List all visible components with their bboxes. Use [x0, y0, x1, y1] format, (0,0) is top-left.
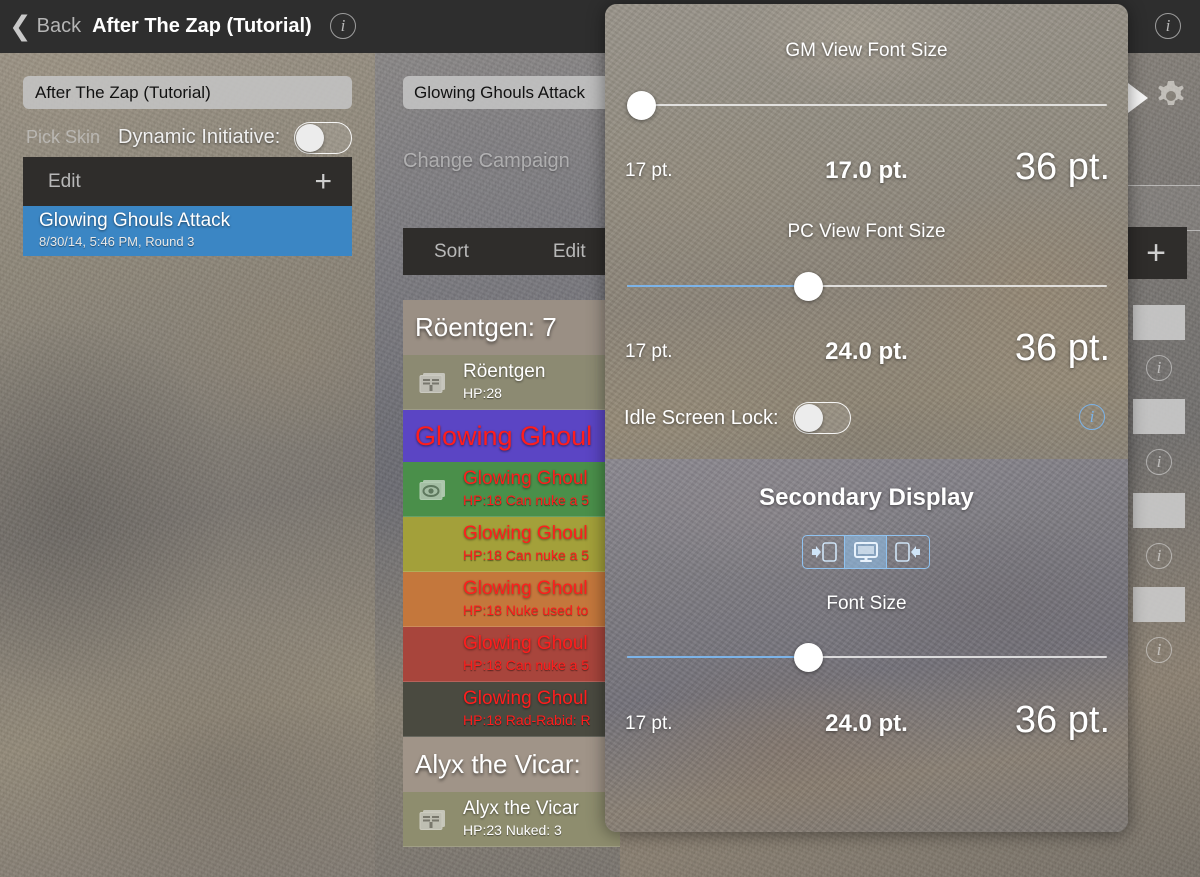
encounter-list-toolbar: Edit + [23, 157, 352, 206]
monster-detail: HP:18 Can nuke a 5 [463, 547, 590, 563]
add-monster-button[interactable]: + [1125, 227, 1187, 279]
row-separator [403, 846, 620, 847]
secondary-font-size-title: Font Size [826, 593, 907, 614]
monster-name: Glowing Ghoul [463, 523, 588, 544]
monster-name: Glowing Ghoul [463, 688, 588, 709]
monster-detail: HP:18 Can nuke a 5 [463, 657, 590, 673]
slider-thumb[interactable] [793, 643, 823, 672]
color-swatch[interactable] [1133, 493, 1185, 528]
pc-view-font-size-slider[interactable] [627, 271, 1107, 301]
group-title: Alyx the Vicar: [415, 749, 581, 779]
monster-row[interactable]: Alyx the Vicar HP:23 Nuked: 3 [403, 792, 620, 847]
list-item[interactable]: Glowing Ghouls Attack 8/30/14, 5:46 PM, … [23, 206, 352, 256]
monster-name: Röentgen [463, 361, 546, 382]
pick-skin-button[interactable]: Pick Skin [26, 127, 100, 148]
monster-row[interactable]: Röentgen HP:28 [403, 355, 620, 410]
info-icon[interactable]: i [1155, 13, 1181, 39]
secondary-display-segmented-control[interactable] [802, 535, 930, 569]
gm-view-font-size-slider[interactable] [627, 90, 1107, 120]
info-button: i [1133, 441, 1185, 483]
secondary-font-size-slider[interactable] [627, 642, 1107, 672]
info-icon[interactable]: i [1079, 404, 1105, 430]
group-title: Röentgen: 7 [415, 312, 557, 342]
play-icon[interactable] [1128, 83, 1148, 113]
info-button: i [1133, 347, 1185, 389]
monster-list-toolbar: Sort Edit [403, 228, 620, 275]
monster-list: Röentgen: 7 Röentgen HP:28 Glowing Ghoul Glo… [403, 300, 620, 847]
back-button-label[interactable]: Back [37, 15, 81, 38]
info-icon[interactable]: i [1146, 355, 1172, 381]
info-button: i [1133, 535, 1185, 577]
idle-screen-lock-toggle[interactable] [793, 402, 851, 434]
monster-row[interactable]: Glowing Ghoul HP:18 Nuke used to [403, 572, 620, 627]
info-icon[interactable]: i [330, 13, 356, 39]
idle-screen-lock-info-button[interactable]: i [1079, 404, 1105, 430]
secondary-display-title: Secondary Display [759, 484, 974, 511]
left-navigation-bar: ❮ Back After The Zap (Tutorial) i [0, 0, 375, 53]
slider-thumb[interactable] [627, 91, 656, 120]
color-swatch[interactable] [1133, 587, 1185, 622]
monster-row[interactable]: Glowing Ghoul HP:18 Can nuke a 5 [403, 517, 620, 572]
campaign-list-panel: ❮ Back After The Zap (Tutorial) i After … [0, 0, 375, 877]
info-icon[interactable]: i [1146, 543, 1172, 569]
active-monster-row[interactable]: Glowing Ghoul [403, 410, 620, 462]
slider-track [627, 104, 1107, 106]
segment-tablet-portrait-left[interactable] [803, 536, 845, 568]
segment-tablet-portrait-right[interactable] [887, 536, 929, 568]
monster-name: Glowing Ghoul [415, 420, 593, 451]
dynamic-initiative-label: Dynamic Initiative: [118, 126, 281, 148]
monster-name: Glowing Ghoul [463, 468, 588, 489]
edit-button[interactable]: Edit [48, 171, 81, 193]
gear-icon[interactable] [1152, 77, 1190, 115]
eye-card-icon [417, 478, 451, 502]
slider-fill [627, 285, 805, 287]
gm-view-font-size-title: GM View Font Size [785, 40, 948, 61]
secondary-max-label: 36 pt. [1014, 699, 1110, 741]
monster-name: Alyx the Vicar [463, 798, 579, 819]
monster-name: Glowing Ghoul [463, 578, 588, 599]
info-icon[interactable]: i [1146, 637, 1172, 663]
chevron-left-icon[interactable]: ❮ [9, 13, 32, 40]
settings-popover: GM View Font Size 17 pt. 17.0 pt. 36 pt.… [605, 4, 1128, 832]
monster-group-header[interactable]: Röentgen: 7 [403, 300, 620, 355]
monster-group-header[interactable]: Alyx the Vicar: [403, 737, 620, 792]
monster-detail: HP:18 Can nuke a 5 [463, 492, 590, 508]
monster-row[interactable]: Glowing Ghoul HP:18 Rad-Rabid: R [403, 682, 620, 737]
sort-button[interactable]: Sort [434, 241, 469, 263]
slider-fill [627, 656, 805, 658]
info-button: i [1133, 629, 1185, 671]
campaign-name-input[interactable]: After The Zap (Tutorial) [23, 76, 352, 109]
monster-detail: HP:18 Rad-Rabid: R [463, 712, 591, 728]
add-encounter-button[interactable]: + [314, 166, 332, 197]
encounter-name-input[interactable]: Glowing Ghouls Attack [403, 76, 618, 109]
toggle-knob [296, 124, 324, 152]
mid-navigation-bar [375, 0, 620, 53]
color-swatch[interactable] [1133, 305, 1185, 340]
monster-row[interactable]: Glowing Ghoul HP:18 Can nuke a 5 [403, 627, 620, 682]
monster-name: Glowing Ghoul [463, 633, 588, 654]
encounter-subtitle: 8/30/14, 5:46 PM, Round 3 [39, 234, 195, 249]
encounter-title: Glowing Ghouls Attack [39, 210, 231, 231]
color-swatch[interactable] [1133, 399, 1185, 434]
monster-row[interactable]: Glowing Ghoul HP:18 Can nuke a 5 [403, 462, 620, 517]
slider-thumb[interactable] [793, 272, 823, 301]
edit-button[interactable]: Edit [553, 241, 586, 263]
gm-max-label: 36 pt. [1014, 146, 1110, 188]
page-title: After The Zap (Tutorial) [92, 15, 312, 37]
cards-stack-icon [417, 371, 451, 395]
change-campaign-button[interactable]: Change Campaign [403, 150, 570, 173]
toggle-knob [795, 404, 823, 432]
dynamic-initiative-toggle[interactable] [294, 122, 352, 154]
cards-stack-icon [417, 808, 451, 832]
info-icon[interactable]: i [1146, 449, 1172, 475]
pc-view-font-size-title: PC View Font Size [787, 221, 946, 242]
monster-detail: HP:18 Nuke used to [463, 602, 589, 618]
encounter-detail-panel: Glowing Ghouls Attack Change Campaign So… [375, 0, 620, 877]
monster-detail: HP:28 [463, 385, 502, 401]
monster-detail: HP:23 Nuked: 3 [463, 822, 562, 838]
gm-text-field[interactable] [1118, 185, 1200, 231]
pc-max-label: 36 pt. [1014, 327, 1110, 369]
segment-monitor[interactable] [845, 536, 887, 568]
idle-screen-lock-label: Idle Screen Lock: [624, 407, 779, 429]
